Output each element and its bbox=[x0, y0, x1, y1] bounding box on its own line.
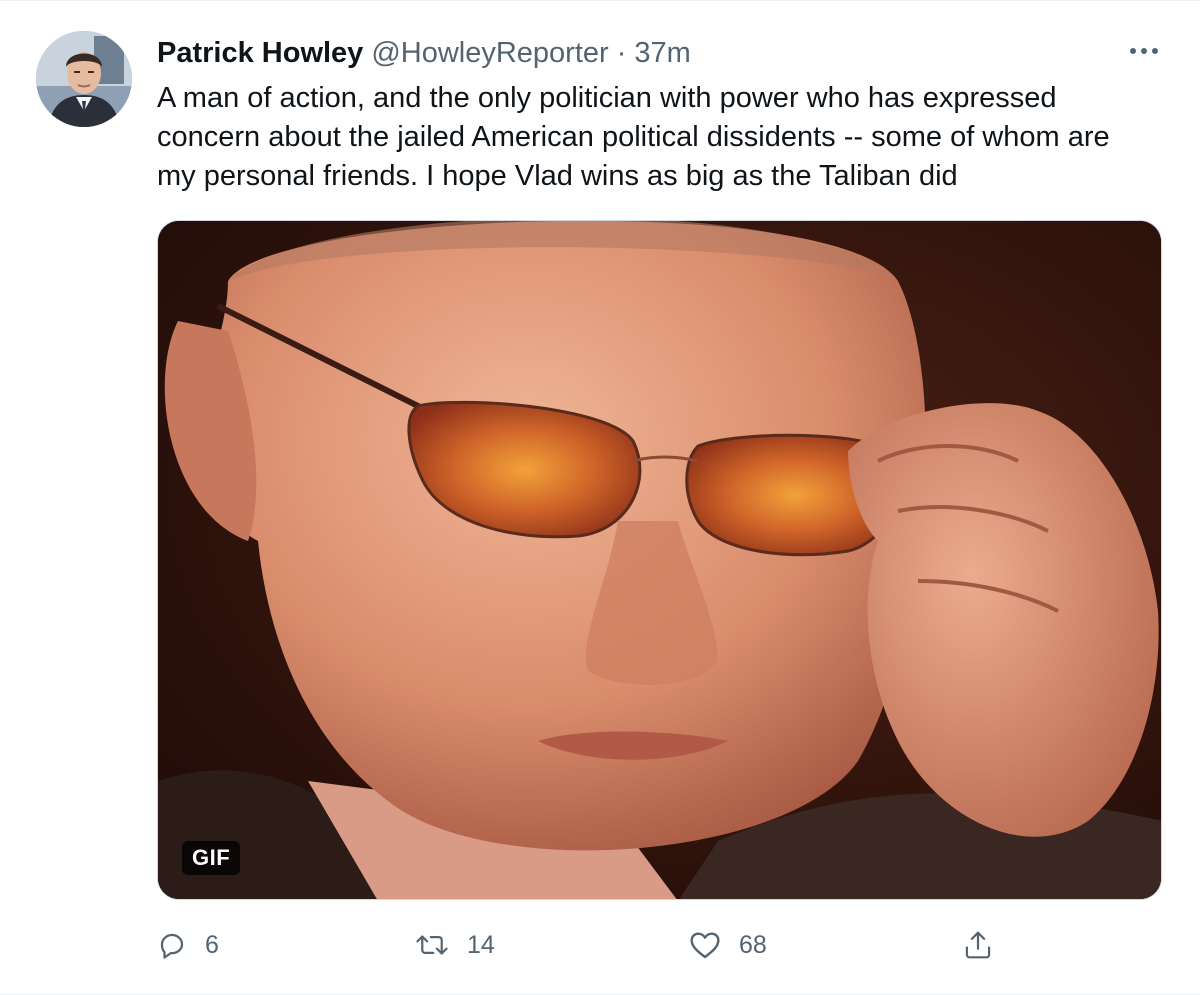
like-button[interactable]: 68 bbox=[689, 923, 767, 967]
share-icon bbox=[965, 931, 991, 959]
gif-badge: GIF bbox=[182, 841, 241, 875]
share-button[interactable] bbox=[963, 923, 993, 967]
heart-icon bbox=[690, 932, 720, 959]
tweet-header: Patrick Howley @HowleyReporter · 37m bbox=[157, 33, 691, 73]
tweet-actions: 6 14 68 bbox=[157, 923, 1007, 967]
tweet-text-line: A man of action, and the only politician… bbox=[157, 82, 1057, 114]
tweet-media-gif[interactable]: GIF bbox=[157, 220, 1162, 900]
author-handle[interactable]: @HowleyReporter bbox=[371, 37, 608, 70]
separator-dot: · bbox=[616, 36, 627, 69]
author-name[interactable]: Patrick Howley bbox=[157, 37, 363, 70]
reply-icon bbox=[160, 933, 184, 959]
avatar-image bbox=[36, 31, 132, 127]
more-horizontal-icon bbox=[1130, 48, 1158, 54]
retweet-icon bbox=[416, 935, 448, 955]
gif-image bbox=[158, 221, 1161, 899]
tweet-timestamp[interactable]: 37m bbox=[634, 37, 690, 70]
tweet-text-line: my personal friends. I hope Vlad wins as… bbox=[157, 160, 958, 192]
reply-count: 6 bbox=[205, 930, 219, 959]
avatar[interactable] bbox=[36, 31, 132, 127]
tweet-text: A man of action, and the only politician… bbox=[157, 79, 1167, 196]
retweet-button[interactable]: 14 bbox=[415, 923, 495, 967]
tweet-text-line: concern about the jailed American politi… bbox=[157, 121, 1110, 153]
more-button[interactable] bbox=[1124, 31, 1164, 71]
retweet-count: 14 bbox=[467, 930, 495, 959]
like-count: 68 bbox=[739, 930, 767, 959]
reply-button[interactable]: 6 bbox=[157, 923, 219, 967]
tweet-card[interactable]: Patrick Howley @HowleyReporter · 37m A m… bbox=[0, 0, 1200, 995]
